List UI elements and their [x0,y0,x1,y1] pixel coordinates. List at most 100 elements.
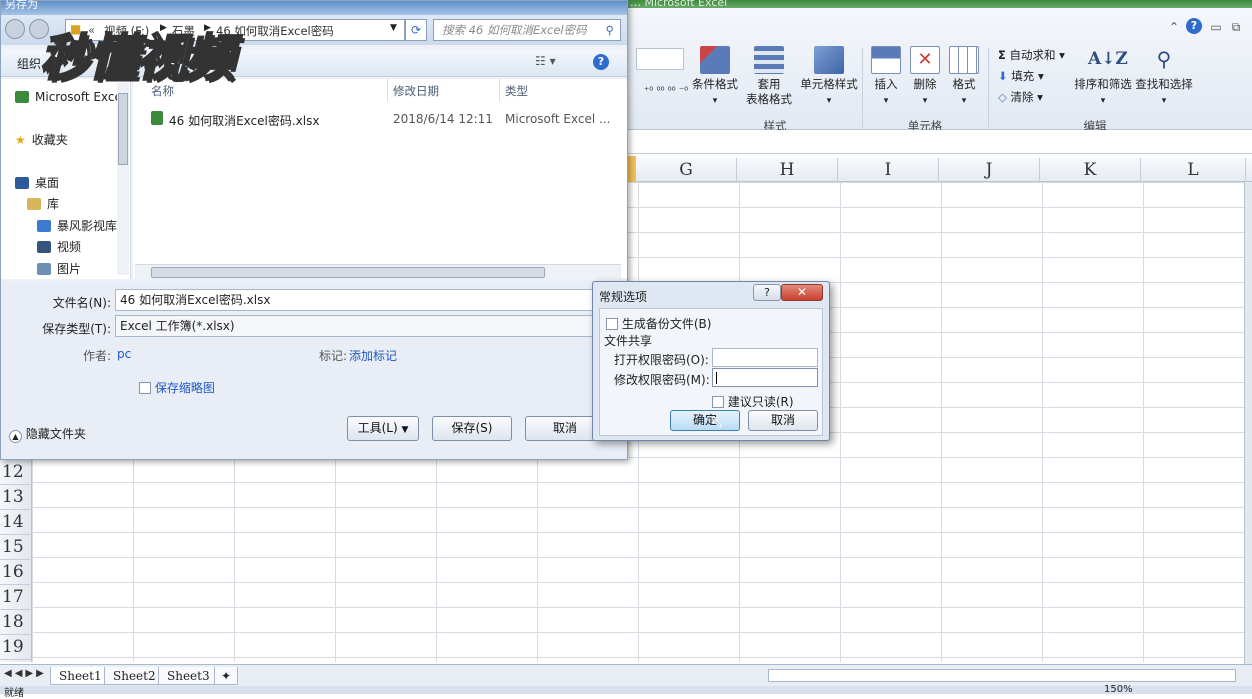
column-header[interactable]: L [1141,158,1246,182]
column-header[interactable]: H [737,158,838,182]
author-label: 作者: [82,349,111,363]
text-cursor [716,372,717,384]
binoculars-icon: ⚲ [1156,47,1172,71]
horizontal-scrollbar[interactable] [768,669,1236,682]
file-sharing-label: 文件共享 [604,334,653,348]
fill-icon: ⬇ [998,69,1008,83]
sheet-nav-arrows[interactable]: ◀◀▶▶ [4,668,47,679]
ribbon-minimize-icon[interactable]: ⌃ [1166,20,1182,34]
window-minimize-icon[interactable]: ▭ [1208,20,1224,34]
help-icon[interactable]: ? [753,284,781,301]
nav-item-favorites[interactable]: ★ 收藏夹 [15,130,68,150]
row-header[interactable]: 14 [0,510,32,535]
formula-bar[interactable] [628,130,1252,154]
help-icon[interactable]: ? [1186,18,1202,34]
conditional-format-button[interactable]: 条件格式 ▾ [690,46,740,109]
nav-item-desktop[interactable]: 桌面 [15,173,59,193]
row-header[interactable]: 17 [0,585,32,610]
nav-scrollbar[interactable] [117,83,129,275]
nav-item-library[interactable]: 库 [27,194,59,214]
insert-sheet-icon[interactable]: ✦ [214,667,239,685]
filetype-select[interactable]: Excel 工作簿(*.xlsx) [115,315,595,337]
group-separator [862,48,863,134]
sort-filter-button[interactable]: A↓Z 排序和筛选 ▾ [1072,46,1134,109]
tags-value[interactable]: 添加标记 [349,347,397,364]
insert-icon [871,46,901,74]
row-header[interactable]: 16 [0,560,32,585]
close-icon[interactable]: ✕ [781,284,823,301]
search-icon[interactable]: ⚲ [606,20,614,40]
author-value[interactable]: pc [117,347,131,361]
cancel-button[interactable]: 取消 [748,410,818,431]
nav-scroll-thumb[interactable] [118,93,128,165]
sigma-icon: Σ [998,48,1006,62]
backup-checkbox[interactable]: 生成备份文件(B) [606,315,711,332]
sheet-tab[interactable]: Sheet3 [158,667,219,685]
row-header[interactable]: 13 [0,485,32,510]
fill-button[interactable]: ⬇ 填充 ▾ [998,67,1044,85]
library-icon [27,198,41,210]
row-header[interactable]: 15 [0,535,32,560]
open-password-input[interactable] [712,348,818,367]
save-button[interactable]: 保存(S) [432,416,512,441]
nav-item-videos[interactable]: 视频 [37,237,81,257]
selected-column-indicator [628,156,636,182]
delete-icon: ✕ [910,46,940,74]
modify-password-input[interactable] [712,368,818,387]
group-separator [988,48,989,134]
file-name: 46 如何取消Excel密码.xlsx [169,114,320,128]
cell-styles-button[interactable]: 单元格样式 ▾ [798,46,860,109]
tools-button[interactable]: 工具(L) ▼ [347,416,419,441]
save-thumbnail-checkbox[interactable]: 保存缩略图 [139,379,215,396]
file-row[interactable]: 46 如何取消Excel密码.xlsx 2018/6/14 12:11 Micr… [147,109,617,129]
column-header[interactable]: I [838,158,939,182]
organize-button[interactable]: 组织 [17,55,41,72]
filename-input[interactable]: 46 如何取消Excel密码.xlsx [115,289,595,311]
clear-button[interactable]: ◇ 清除 ▾ [998,88,1043,106]
row-header[interactable]: 12 [0,460,32,485]
address-dropdown-icon[interactable]: ▼ [390,23,397,33]
table-format-button[interactable]: 套用 表格格式 [740,46,798,107]
window-restore-icon[interactable]: ⧉ [1228,20,1244,34]
desktop-icon [15,177,29,189]
cell-styles-icon [814,46,844,74]
ok-button[interactable]: 确定 [670,410,740,431]
column-header[interactable]: K [1040,158,1141,182]
picture-icon [37,263,51,275]
dropdown-icon: ▼ [401,425,409,435]
sheet-tab[interactable]: Sheet1 [50,667,111,685]
hide-folders-toggle[interactable]: ▲ 隐藏文件夹 [9,425,86,443]
zoom-level[interactable]: 150% [1104,684,1133,695]
sheet-tab[interactable]: Sheet2 [104,667,165,685]
number-format-select[interactable] [636,48,684,70]
column-type[interactable]: 类型 [505,83,528,99]
scroll-thumb[interactable] [151,267,545,278]
decimal-buttons[interactable]: ⁺⁰ ⁰⁰ ⁰⁰ ⁻⁰ [644,86,688,97]
delete-button[interactable]: ✕ 删除 ▾ [907,46,943,109]
filename-label: 文件名(N): [52,296,111,310]
row-header[interactable]: 19 [0,635,32,660]
column-header[interactable]: G [636,158,737,182]
file-list-scrollbar[interactable] [135,264,621,280]
find-select-button[interactable]: ⚲ 查找和选择 ▾ [1134,46,1194,109]
row-header[interactable]: 18 [0,610,32,635]
open-password-label: 打开权限密码(O): [614,353,709,367]
format-button[interactable]: 格式 ▾ [946,46,982,109]
search-input[interactable]: 搜索 46 如何取消Excel密码 ⚲ [433,19,621,41]
back-icon[interactable] [5,19,25,39]
view-options-icon[interactable]: ☷ ▾ [535,54,556,68]
help-icon[interactable]: ? [593,54,609,70]
tags-label: 标记: [318,349,347,363]
column-header[interactable]: J [939,158,1040,182]
breadcrumb-item[interactable]: 46 如何取消Excel密码 [216,23,334,39]
vertical-scrollbar[interactable] [1244,182,1252,664]
autosum-button[interactable]: Σ 自动求和 ▾ [998,46,1065,64]
file-type: Microsoft Excel ... [505,112,611,126]
nav-item-excel[interactable]: Microsoft Excel [15,87,125,107]
read-only-checkbox[interactable]: 建议只读(R) [712,393,794,410]
refresh-icon[interactable]: ⟳ [405,19,427,41]
insert-button[interactable]: 插入 ▾ [868,46,904,109]
nav-item-pictures[interactable]: 图片 [37,259,81,279]
column-modified[interactable]: 修改日期 [393,83,439,99]
nav-item-storm[interactable]: 暴风影视库 [37,216,117,236]
